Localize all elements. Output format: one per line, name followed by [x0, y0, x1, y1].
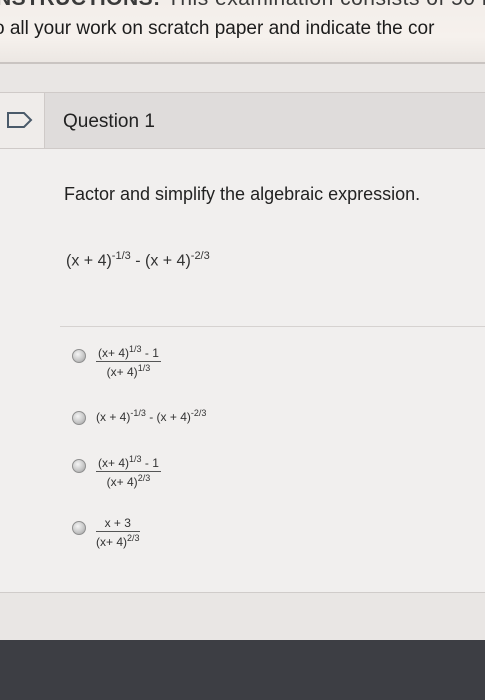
- instructions-text: o all your work on scratch paper and ind…: [0, 18, 435, 39]
- instructions-banner: NSTRUCTIONS: This examination consists o…: [0, 0, 485, 62]
- divider: [60, 326, 485, 327]
- question-expression: (x + 4)-1/3 - (x + 4)-2/3: [66, 250, 210, 270]
- answer-option-2[interactable]: (x + 4)-1/3 - (x + 4)-2/3: [72, 406, 206, 425]
- flag-icon: [7, 112, 33, 128]
- question-card: Question 1 Factor and simplify the algeb…: [0, 92, 485, 592]
- radio-button[interactable]: [72, 411, 86, 425]
- question-header: Question 1: [0, 92, 485, 149]
- divider: [0, 62, 485, 64]
- answer-option-4[interactable]: x + 3 (x+ 4)2/3: [72, 516, 140, 549]
- question-title: Question 1: [63, 111, 155, 132]
- radio-button[interactable]: [72, 349, 86, 363]
- footer-bar: [0, 640, 485, 700]
- divider: [0, 592, 485, 593]
- radio-button[interactable]: [72, 521, 86, 535]
- instructions-heading: NSTRUCTIONS: This examination consists o…: [0, 0, 485, 11]
- answer-option-3[interactable]: (x+ 4)1/3 - 1 (x+ 4)2/3: [72, 454, 161, 489]
- option-fraction: (x+ 4)1/3 - 1 (x+ 4)1/3: [96, 344, 161, 379]
- option-expression: (x + 4)-1/3 - (x + 4)-2/3: [96, 408, 207, 424]
- option-fraction: (x+ 4)1/3 - 1 (x+ 4)2/3: [96, 454, 161, 489]
- answer-option-1[interactable]: (x+ 4)1/3 - 1 (x+ 4)1/3: [72, 344, 161, 379]
- radio-button[interactable]: [72, 459, 86, 473]
- option-fraction: x + 3 (x+ 4)2/3: [96, 516, 140, 549]
- question-prompt: Factor and simplify the algebraic expres…: [64, 184, 421, 204]
- flag-question-button[interactable]: [0, 93, 45, 148]
